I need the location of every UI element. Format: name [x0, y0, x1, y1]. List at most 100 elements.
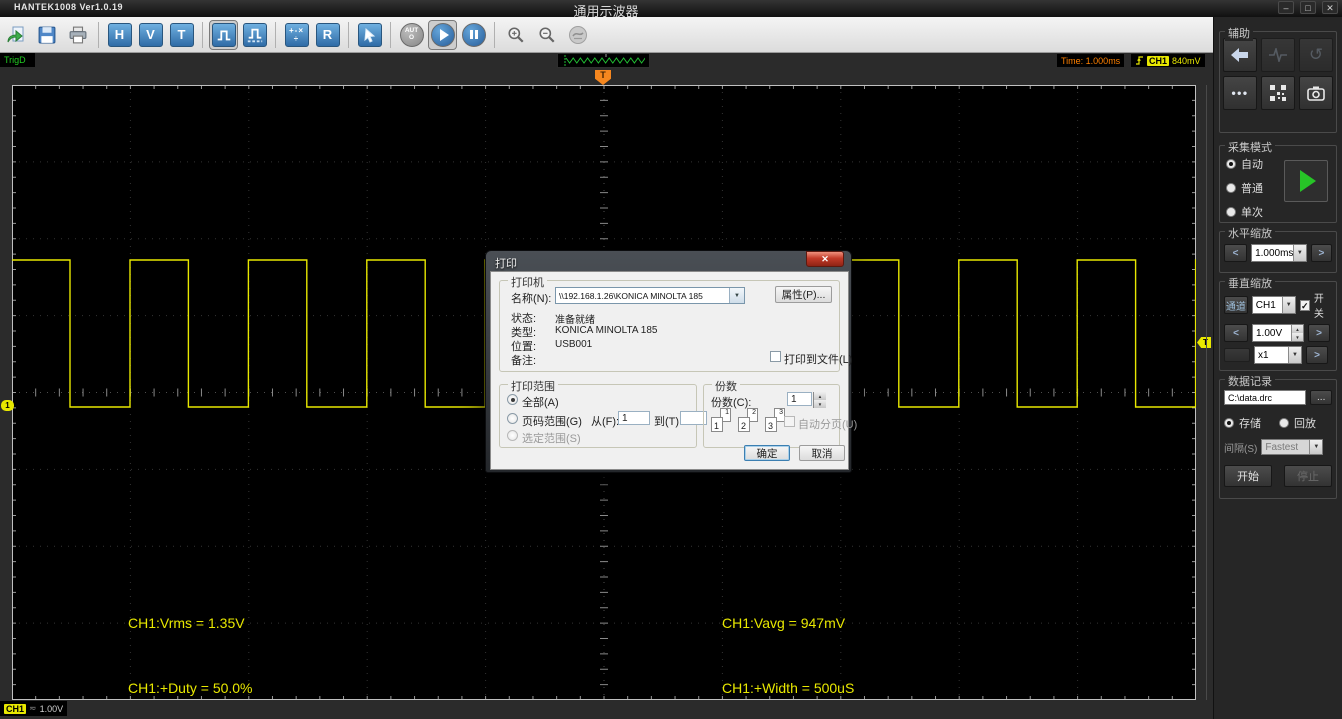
probe-increase-button[interactable]: > — [1306, 346, 1328, 364]
print-to-file-checkbox[interactable] — [770, 351, 781, 362]
volts-spinner[interactable]: 1.00V▲▼ — [1252, 324, 1304, 342]
timebase-increase-button[interactable]: > — [1311, 244, 1332, 262]
blank-button[interactable] — [1224, 348, 1250, 362]
trigger-position-marker[interactable]: T — [595, 70, 611, 85]
math-button[interactable]: +-×÷ — [283, 21, 310, 49]
control-sidebar: 辅助 ↺ ••• — [1213, 17, 1342, 719]
back-button[interactable] — [1223, 38, 1257, 72]
record-stop-button[interactable]: 停止 — [1284, 465, 1332, 487]
probe-select[interactable]: x1▼ — [1254, 346, 1302, 364]
waveform-preview[interactable] — [557, 53, 650, 68]
run-button[interactable] — [429, 21, 456, 49]
horizontal-scale-title: 水平缩放 — [1225, 225, 1275, 241]
printer-status-value: 准备就绪 — [555, 311, 595, 326]
horizontal-settings-button[interactable]: H — [106, 21, 133, 49]
measurement: CH1:+Duty = 50.0% — [128, 678, 266, 700]
data-record-panel: 数据记录 C:\data.drc ... 存储 回放 间隔(S) Fastest… — [1219, 379, 1337, 499]
collate-checkbox[interactable] — [784, 416, 795, 427]
title-bar: HANTEK1008 Ver1.0.19 通用示波器 – □ ✕ — [0, 0, 1342, 17]
toolbar-separator — [390, 22, 391, 48]
zoom-out-button[interactable] — [533, 21, 560, 49]
range-all-radio[interactable] — [507, 394, 518, 405]
open-button[interactable] — [2, 21, 29, 49]
browse-button[interactable]: ... — [1310, 390, 1332, 405]
printer-group-label: 打印机 — [508, 274, 547, 290]
back-arrow-icon — [1231, 48, 1249, 62]
radio-icon — [1226, 207, 1236, 217]
channel-button[interactable]: 通道 — [1224, 296, 1248, 314]
record-path-input[interactable]: C:\data.drc — [1224, 390, 1306, 405]
pause-button[interactable] — [460, 21, 487, 49]
camera-icon — [1307, 86, 1325, 101]
printer-properties-button[interactable]: 属性(P)... — [775, 286, 832, 303]
ok-button[interactable]: 确定 — [744, 445, 790, 461]
print-button[interactable] — [64, 21, 91, 49]
spin-down-icon[interactable]: ▼ — [1291, 333, 1303, 341]
vertical-settings-button[interactable]: V — [137, 21, 164, 49]
chevron-down-icon: ▼ — [1293, 245, 1306, 261]
toolbar-separator — [98, 22, 99, 48]
spin-up-icon[interactable]: ▲ — [1291, 325, 1303, 333]
waveform-mode-button[interactable] — [210, 21, 237, 49]
interval-select[interactable]: Fastest▼ — [1261, 439, 1323, 455]
range-from-label: 从(F): — [591, 413, 619, 429]
trigger-settings-button[interactable]: T — [168, 21, 195, 49]
timebase-decrease-button[interactable]: < — [1224, 244, 1247, 262]
close-button[interactable]: ✕ — [1322, 1, 1338, 14]
autoset-button[interactable]: AUTO — [398, 21, 425, 49]
channel-select[interactable]: CH1▼ — [1252, 296, 1296, 314]
range-from-input[interactable]: 1 — [618, 411, 650, 425]
record-start-button[interactable]: 开始 — [1224, 465, 1272, 487]
record-playback-option[interactable]: 回放 — [1279, 415, 1316, 431]
copies-spinner[interactable]: ▲▼ — [813, 392, 826, 408]
volts-decrease-button[interactable]: < — [1224, 324, 1248, 342]
measurement: CH1:Vrms = 1.35V — [128, 613, 266, 635]
cursor-button[interactable] — [356, 21, 383, 49]
record-store-option[interactable]: 存储 — [1224, 415, 1261, 431]
more-options-button[interactable]: ••• — [1223, 76, 1257, 110]
radio-icon — [1224, 418, 1234, 428]
undo-button[interactable]: ↺ — [1299, 38, 1333, 72]
trigger-level-marker[interactable]: T — [1197, 337, 1211, 348]
range-selection-radio[interactable] — [507, 430, 518, 441]
waveform-tool-button[interactable] — [1261, 38, 1295, 72]
range-pages-label: 页码范围(G) — [522, 413, 582, 429]
maximize-button[interactable]: □ — [1300, 1, 1316, 14]
spin-up-icon[interactable]: ▲ — [813, 392, 826, 400]
cancel-button[interactable]: 取消 — [799, 445, 845, 461]
timebase-select[interactable]: 1.000ms▼ — [1251, 244, 1307, 262]
zoom-in-icon — [507, 26, 525, 44]
screenshot-button[interactable] — [1299, 76, 1333, 110]
acquisition-panel: 采集模式 自动 普通 单次 — [1219, 145, 1337, 223]
print-dialog-close-button[interactable]: ✕ — [806, 251, 844, 267]
range-pages-radio[interactable] — [507, 413, 518, 424]
minimize-button[interactable]: – — [1278, 1, 1294, 14]
channel-enable-checkbox[interactable]: ✓ — [1300, 300, 1310, 311]
printer-name-select[interactable]: \\192.168.1.26\KONICA MINOLTA 185 ▼ — [555, 287, 745, 304]
volts-increase-button[interactable]: > — [1308, 324, 1330, 342]
radio-icon — [1279, 418, 1289, 428]
application-window: HANTEK1008 Ver1.0.19 通用示波器 – □ ✕ H V T +… — [0, 0, 1342, 719]
acq-single-option[interactable]: 单次 — [1226, 204, 1332, 220]
toolbar: H V T +-×÷ R AUTO — [0, 17, 1342, 53]
undo-icon: ↺ — [1309, 45, 1323, 65]
square-wave-icon — [215, 26, 233, 44]
qr-code-button[interactable] — [1261, 76, 1295, 110]
acquisition-run-button[interactable] — [1284, 160, 1328, 202]
copies-input[interactable]: 1 — [787, 392, 812, 406]
measurement: CH1:Vavg = 947mV — [722, 613, 859, 635]
save-button[interactable] — [33, 21, 60, 49]
channel1-badge: CH1 — [4, 704, 26, 714]
reference-button[interactable]: R — [314, 21, 341, 49]
pause-icon — [470, 30, 478, 39]
toolbar-separator — [202, 22, 203, 48]
pan-button[interactable] — [564, 21, 591, 49]
channel1-position-marker[interactable]: 1 — [1, 400, 14, 411]
cursor-arrow-icon — [362, 27, 378, 43]
coupling-icon: ≂ — [29, 703, 37, 714]
waveform-reference-button[interactable] — [241, 21, 268, 49]
zoom-in-button[interactable] — [502, 21, 529, 49]
vertical-scale-panel: 垂直缩放 通道 CH1▼ ✓ 开关 < 1.00V▲▼ > x1▼ > — [1219, 281, 1337, 371]
measurements-left: CH1:Vrms = 1.35V CH1:+Duty = 50.0% CH1:F… — [128, 570, 266, 719]
spin-down-icon[interactable]: ▼ — [813, 400, 826, 408]
